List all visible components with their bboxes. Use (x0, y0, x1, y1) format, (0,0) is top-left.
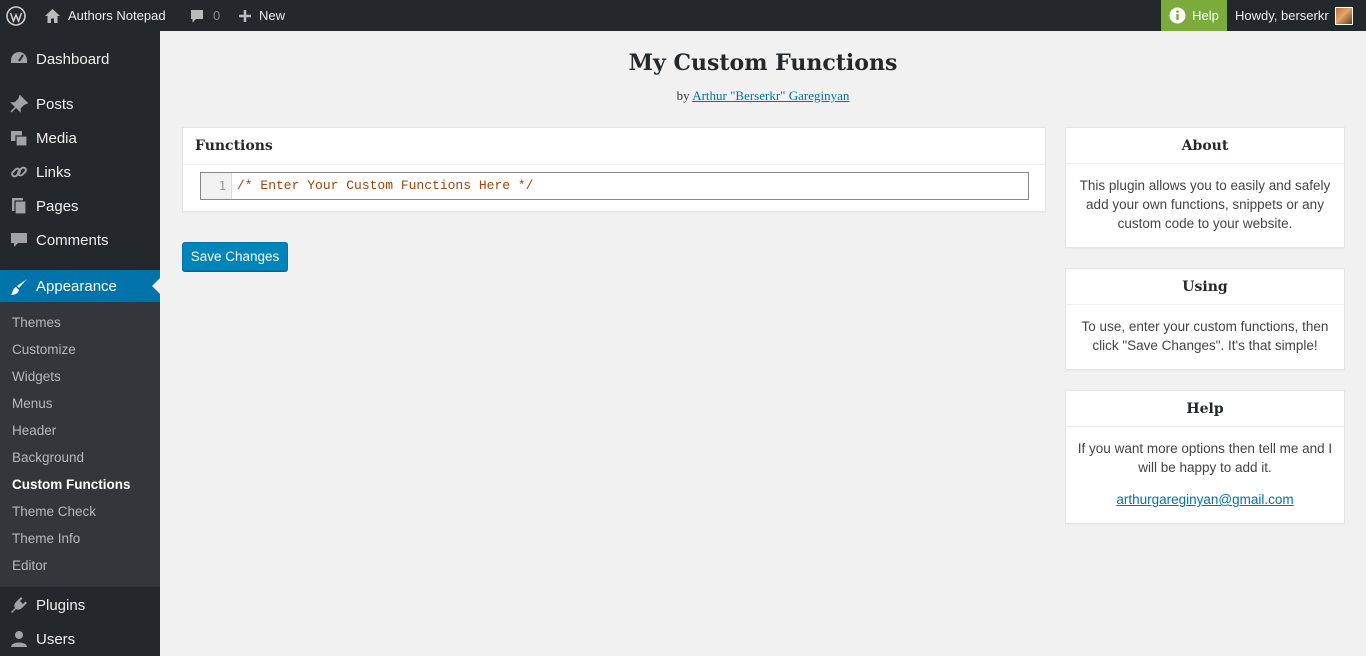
sidebar-item-media[interactable]: Media (0, 121, 160, 155)
code-editor[interactable]: 1 /* Enter Your Custom Functions Here */ (200, 172, 1029, 200)
using-box-text: To use, enter your custom functions, the… (1081, 319, 1329, 353)
page-title: My Custom Functions (628, 50, 898, 76)
submenu-item-header[interactable]: Header (12, 423, 56, 438)
link-icon (11, 166, 27, 178)
plus-icon (239, 9, 251, 22)
line-number: 1 (201, 173, 232, 199)
functions-box-title: Functions (183, 128, 1045, 165)
new-content-link[interactable]: New (238, 0, 285, 31)
admin-sidebar: Dashboard Posts Media Links Pages Commen… (0, 31, 160, 656)
sidebar-item-comments[interactable]: Comments (0, 223, 160, 257)
submenu-item-menus[interactable]: Menus (12, 396, 53, 411)
using-box: Using To use, enter your custom function… (1065, 268, 1345, 370)
pin-icon (10, 95, 28, 113)
sidebar-label-media: Media (36, 129, 77, 147)
account-menu[interactable]: Howdy, berserkr (1235, 0, 1353, 31)
submenu-item-themes[interactable]: Themes (12, 315, 61, 330)
byline-prefix: by (676, 88, 690, 103)
comment-icon (11, 233, 27, 247)
submenu-item-widgets[interactable]: Widgets (12, 369, 61, 384)
dashboard-icon (11, 52, 27, 63)
sidebar-label-users: Users (36, 630, 76, 648)
sidebar-item-dashboard[interactable]: Dashboard (0, 42, 160, 76)
help-box: Help If you want more options then tell … (1065, 390, 1345, 524)
sidebar-item-posts[interactable]: Posts (0, 87, 160, 121)
comments-link[interactable]: 0 (189, 0, 220, 31)
submenu-item-customize[interactable]: Customize (12, 342, 76, 357)
appearance-submenu: Themes Customize Widgets Menus Header Ba… (0, 302, 160, 587)
sidebar-label-pages: Pages (36, 197, 79, 215)
comments-count: 0 (213, 8, 221, 23)
site-name-link[interactable]: Authors Notepad (44, 0, 166, 31)
avatar (1334, 6, 1353, 25)
pages-icon (12, 198, 27, 215)
submenu-item-theme-check[interactable]: Theme Check (12, 504, 96, 519)
home-icon (45, 8, 60, 23)
submenu-item-theme-info[interactable]: Theme Info (12, 531, 80, 546)
functions-box: Functions 1 /* Enter Your Custom Functio… (182, 127, 1046, 212)
submenu-item-custom-functions[interactable]: Custom Functions (12, 477, 131, 492)
sidebar-label-appearance: Appearance (36, 277, 117, 295)
about-box-title: About (1066, 128, 1344, 164)
byline: by Arthur "Berserkr" Gareginyan (160, 88, 1366, 104)
site-name: Authors Notepad (68, 8, 166, 23)
comment-icon (191, 9, 203, 22)
about-box: About This plugin allows you to easily a… (1065, 127, 1345, 248)
help-box-text: If you want more options then tell me an… (1077, 441, 1333, 475)
using-box-title: Using (1066, 269, 1344, 305)
code-line[interactable]: /* Enter Your Custom Functions Here */ (237, 173, 533, 199)
email-link[interactable]: arthurgareginyan@gmail.com (1076, 490, 1334, 509)
help-button[interactable]: Help (1161, 0, 1227, 31)
media-icon (11, 131, 28, 147)
about-box-text: This plugin allows you to easily and saf… (1079, 178, 1331, 231)
sidebar-label-comments: Comments (36, 231, 109, 249)
plug-icon (11, 597, 27, 613)
submenu-item-editor[interactable]: Editor (12, 558, 47, 573)
sidebar-item-pages[interactable]: Pages (0, 189, 160, 223)
help-label: Help (1192, 8, 1219, 23)
info-icon (1169, 7, 1186, 24)
sidebar-item-links[interactable]: Links (0, 155, 160, 189)
sidebar-item-users[interactable]: Users (0, 622, 160, 656)
user-icon (11, 631, 27, 647)
help-box-body: If you want more options then tell me an… (1066, 427, 1344, 521)
admin-bar: Authors Notepad 0 New Help Howdy, berser… (0, 0, 1366, 31)
sidebar-label-posts: Posts (36, 95, 74, 113)
sidebar-label-plugins: Plugins (36, 596, 86, 614)
brush-icon (11, 279, 27, 295)
sidebar-item-appearance[interactable]: Appearance (0, 270, 160, 302)
save-changes-button[interactable]: Save Changes (182, 242, 288, 271)
howdy-text: Howdy, berserkr (1235, 8, 1329, 23)
new-label: New (259, 8, 286, 23)
submenu-item-background[interactable]: Background (12, 450, 84, 465)
sidebar-label-links: Links (36, 163, 72, 181)
wordpress-logo-icon[interactable] (6, 0, 26, 31)
author-link[interactable]: Arthur "Berserkr" Gareginyan (692, 88, 849, 103)
help-box-title: Help (1066, 391, 1344, 427)
sidebar-item-plugins[interactable]: Plugins (0, 588, 160, 622)
sidebar-label-dashboard: Dashboard (36, 50, 110, 68)
